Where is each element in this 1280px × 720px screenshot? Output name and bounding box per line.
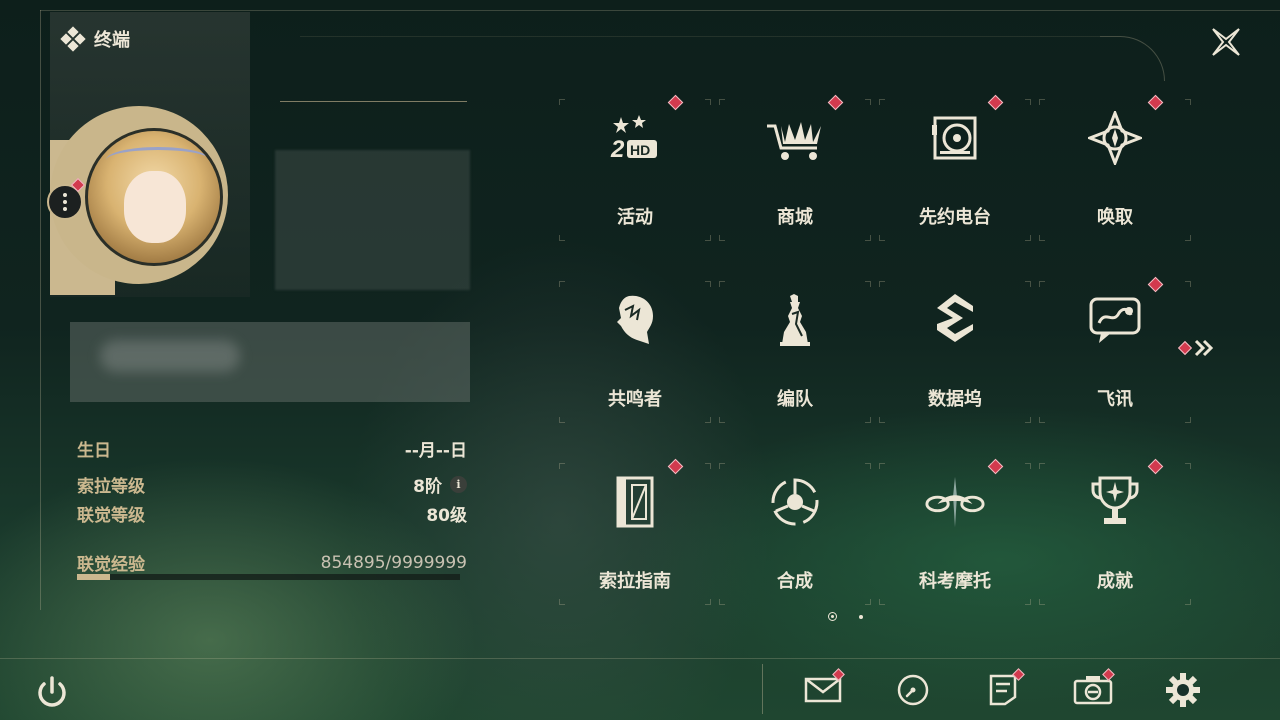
camera-button[interactable]	[1071, 668, 1115, 712]
menu-tile-label: 飞讯	[1097, 389, 1133, 410]
message-icon	[1084, 289, 1146, 351]
power-button[interactable]	[32, 672, 72, 712]
menu-tile-convene[interactable]: 唤取	[1035, 94, 1195, 245]
page-header: 终端	[60, 26, 130, 52]
union-exp-fill	[77, 574, 110, 580]
menu-tile-label: 活动	[617, 207, 653, 228]
resonator-icon	[604, 289, 666, 351]
frame-bottom-line	[0, 658, 1280, 659]
menu-tile-label: 数据坞	[928, 389, 982, 410]
menu-tile-label: 唤取	[1097, 207, 1133, 228]
notification-badge	[987, 94, 1004, 111]
notification-badge	[987, 458, 1004, 475]
terminal-icon	[60, 26, 86, 52]
more-icon	[63, 193, 67, 211]
union-exp-value: 854895/9999999	[320, 552, 467, 573]
sola-level-value: 8阶	[413, 477, 442, 497]
double-chevron-right-icon	[1194, 339, 1214, 357]
convene-icon	[1084, 107, 1146, 169]
name-underline	[280, 101, 467, 102]
menu-tile-resonator[interactable]: 共鸣者	[555, 277, 715, 427]
synthesis-icon	[764, 471, 826, 533]
menu-tile-guidebook[interactable]: 索拉指南	[555, 458, 715, 609]
birthday-row: 生日 --月--日	[77, 436, 467, 461]
notification-badge	[667, 94, 684, 111]
menu-tile-label: 科考摩托	[919, 571, 991, 592]
svg-text:HD: HD	[630, 142, 650, 158]
info-icon[interactable]: i	[450, 476, 467, 493]
player-name-area	[275, 150, 470, 290]
notification-badge	[667, 458, 684, 475]
header-corner-arc	[1100, 36, 1165, 81]
frame-top-line	[40, 10, 1280, 11]
birthday-label: 生日	[77, 441, 111, 461]
menu-tile-label: 共鸣者	[608, 389, 662, 410]
svg-text:2: 2	[610, 136, 625, 163]
menu-tile-motorbike[interactable]: 科考摩托	[875, 458, 1035, 609]
close-button[interactable]	[1206, 22, 1246, 62]
notification-badge	[827, 94, 844, 111]
notes-icon	[989, 674, 1017, 706]
close-icon	[1212, 28, 1240, 56]
data-bank-icon	[924, 289, 986, 351]
page-indicator	[828, 612, 863, 621]
avatar[interactable]	[85, 128, 223, 266]
header-line	[300, 36, 1100, 37]
clock-button[interactable]	[891, 668, 935, 712]
bottom-divider	[762, 664, 763, 714]
frame-left-line	[40, 10, 41, 610]
union-exp-bar	[77, 574, 460, 580]
menu-tile-message[interactable]: 飞讯	[1035, 276, 1195, 427]
mail-button[interactable]	[801, 668, 845, 712]
union-exp-row: 联觉经验 854895/9999999	[77, 550, 467, 576]
notification-badge	[1147, 458, 1164, 475]
page-title: 终端	[94, 30, 130, 51]
menu-tile-label: 成就	[1097, 571, 1133, 592]
menu-tile-shop[interactable]: 商城	[715, 94, 875, 245]
menu-tile-label: 合成	[777, 571, 813, 592]
sola-level-label: 索拉等级	[77, 477, 145, 497]
union-level-value: 80级	[426, 506, 467, 526]
menu-tile-label: 索拉指南	[599, 571, 671, 592]
notification-badge	[1147, 94, 1164, 111]
menu-tile-events[interactable]: 2 HD 活动	[555, 94, 715, 245]
clock-icon	[897, 674, 929, 706]
union-level-row: 联觉等级 80级	[77, 501, 467, 526]
power-icon	[38, 676, 66, 707]
signature-area[interactable]	[70, 322, 470, 402]
next-page-button[interactable]	[1177, 338, 1216, 358]
next-page-badge	[1177, 340, 1193, 356]
radio-icon	[924, 107, 986, 169]
guidebook-icon	[604, 471, 666, 533]
shop-icon	[764, 107, 826, 169]
menu-tile-label: 先约电台	[919, 207, 991, 228]
birthday-value: --月--日	[404, 441, 467, 461]
page-dot-2[interactable]	[859, 614, 863, 619]
union-level-label: 联觉等级	[77, 506, 145, 526]
menu-tile-synthesis[interactable]: 合成	[715, 459, 875, 609]
page-dot-1[interactable]	[828, 612, 837, 621]
sola-level-row: 索拉等级 8阶 i	[77, 472, 467, 497]
settings-button[interactable]	[1161, 668, 1205, 712]
menu-tile-radio[interactable]: 先约电台	[875, 94, 1035, 245]
menu-grid: 2 HD 活动 商城 先约电台 唤取共鸣者 编队 数据坞 飞讯索拉指南 合成 科考摩托 成就	[555, 94, 1195, 605]
menu-tile-label: 商城	[777, 207, 813, 228]
menu-tile-data-bank[interactable]: 数据坞	[875, 277, 1035, 427]
notes-button[interactable]	[981, 668, 1025, 712]
notification-badge	[1147, 276, 1164, 293]
union-exp-label: 联觉经验	[77, 555, 145, 575]
menu-tile-label: 编队	[777, 389, 813, 410]
menu-tile-team[interactable]: 编队	[715, 277, 875, 427]
settings-icon	[1166, 673, 1200, 707]
team-icon	[764, 289, 826, 351]
events-icon: 2 HD	[604, 107, 666, 169]
achievement-icon	[1084, 471, 1146, 533]
menu-tile-achievement[interactable]: 成就	[1035, 458, 1195, 609]
motorbike-icon	[924, 471, 986, 533]
